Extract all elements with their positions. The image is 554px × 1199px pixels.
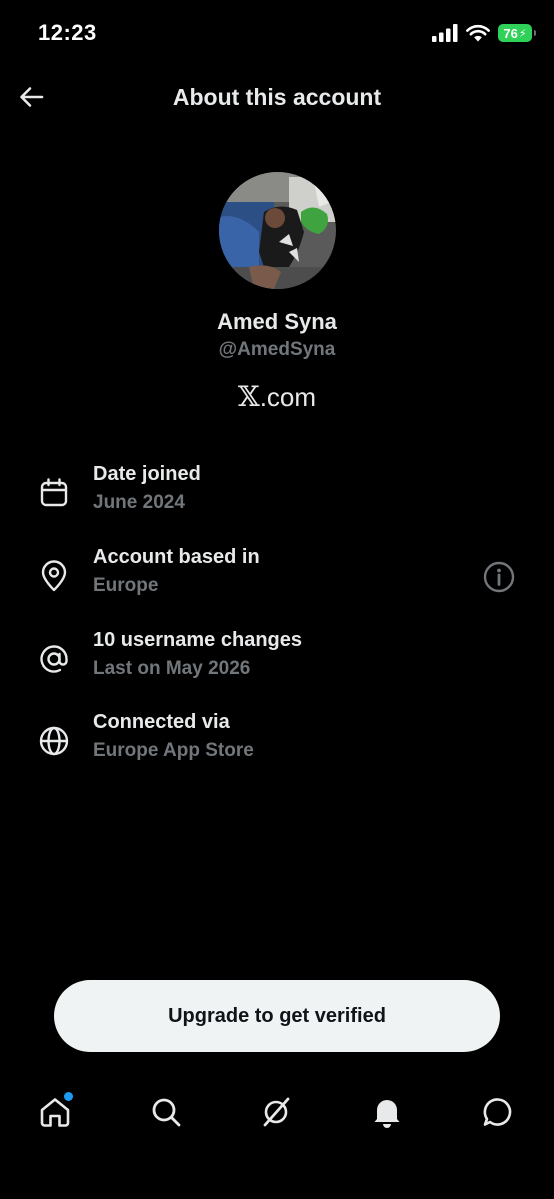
status-indicators: 76 ⚡ bbox=[432, 22, 536, 44]
battery-indicator: 76 ⚡ bbox=[498, 24, 536, 42]
messages-icon bbox=[483, 1098, 512, 1126]
header: About this account bbox=[0, 70, 554, 126]
cellular-signal-icon bbox=[432, 24, 458, 42]
info-value: Europe App Store bbox=[93, 740, 254, 761]
avatar[interactable] bbox=[219, 172, 336, 289]
info-row-username-changes: 10 username changes Last on May 2026 bbox=[0, 629, 554, 699]
avatar-photo bbox=[219, 172, 336, 289]
info-title: 10 username changes bbox=[93, 629, 302, 651]
info-row-account-based-in: Account based in Europe bbox=[0, 546, 554, 616]
bottom-nav bbox=[0, 1080, 554, 1150]
battery-level: 76 bbox=[503, 25, 518, 41]
wifi-icon bbox=[466, 24, 490, 42]
info-row-connected-via: Connected via Europe App Store bbox=[0, 711, 554, 781]
info-title: Account based in bbox=[93, 546, 260, 568]
upgrade-verified-button[interactable]: Upgrade to get verified bbox=[54, 980, 500, 1052]
info-value: June 2024 bbox=[93, 492, 185, 513]
globe-icon bbox=[39, 726, 69, 756]
info-value: Europe bbox=[93, 575, 159, 596]
nav-messages[interactable] bbox=[476, 1090, 520, 1134]
profile-handle: @AmedSyna bbox=[218, 339, 336, 360]
profile-name: Amed Syna bbox=[217, 309, 337, 334]
nav-notifications[interactable] bbox=[365, 1090, 409, 1134]
charging-bolt-icon: ⚡ bbox=[518, 27, 527, 40]
notification-dot bbox=[64, 1092, 73, 1101]
brand-domain-text: .com bbox=[259, 382, 317, 412]
status-bar: 12:23 76 ⚡ bbox=[0, 0, 554, 66]
search-icon bbox=[152, 1098, 181, 1127]
calendar-icon bbox=[40, 478, 68, 507]
nav-grok[interactable] bbox=[254, 1090, 298, 1134]
nav-home[interactable] bbox=[33, 1090, 77, 1134]
info-icon[interactable] bbox=[482, 560, 516, 594]
nav-search[interactable] bbox=[144, 1090, 188, 1134]
location-pin-icon bbox=[41, 560, 67, 592]
info-row-date-joined: Date joined June 2024 bbox=[0, 463, 554, 533]
info-value: Last on May 2026 bbox=[93, 658, 251, 679]
status-time: 12:23 bbox=[38, 20, 97, 45]
page-title: About this account bbox=[172, 84, 382, 110]
grok-icon bbox=[263, 1097, 290, 1127]
info-title: Connected via bbox=[93, 711, 230, 733]
brand-domain: 𝕏.com bbox=[0, 380, 554, 413]
x-logo-icon: 𝕏 bbox=[237, 380, 260, 413]
notifications-bell-icon bbox=[374, 1100, 400, 1128]
at-sign-icon bbox=[40, 645, 68, 673]
info-title: Date joined bbox=[93, 463, 201, 485]
